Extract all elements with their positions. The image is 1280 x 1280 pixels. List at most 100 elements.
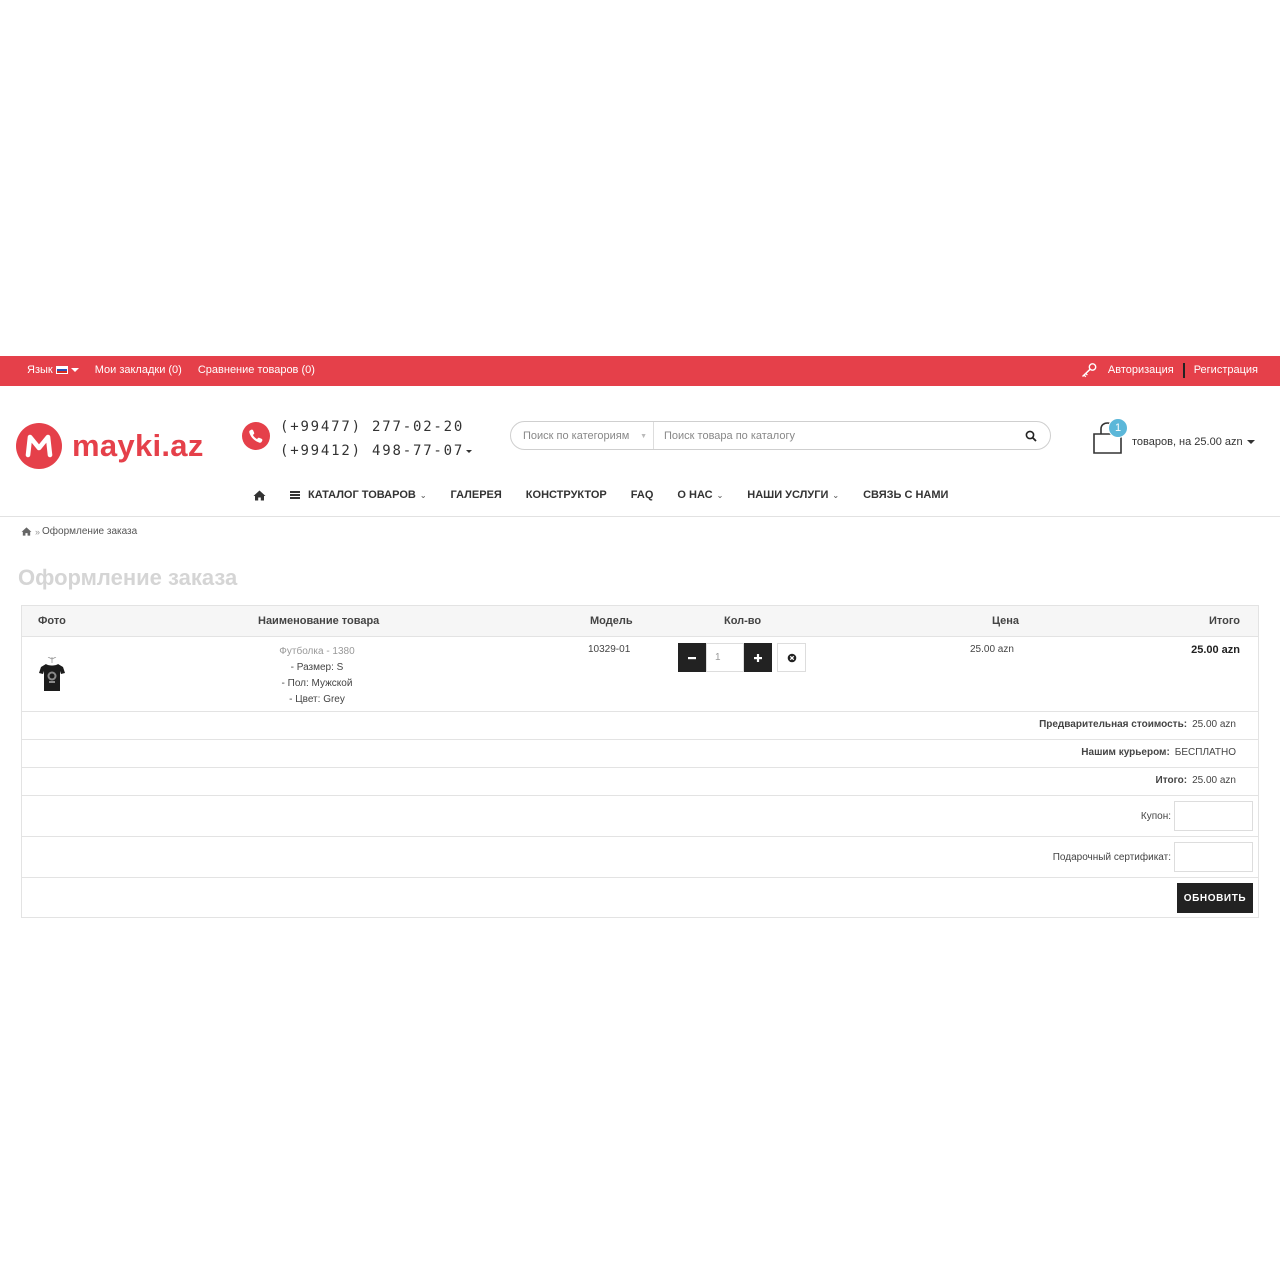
update-row: ОБНОВИТЬ: [22, 878, 1258, 918]
quantity-input[interactable]: [706, 643, 744, 672]
caret-down-icon: [1246, 440, 1255, 444]
shopping-bag-icon: 1: [1092, 418, 1128, 456]
subtotal-value: 25.00 azn: [1192, 719, 1236, 730]
register-link[interactable]: Регистрация: [1194, 364, 1258, 376]
cart-widget[interactable]: 1 товаров, на 25.00 azn: [1092, 418, 1255, 456]
nav-gallery-label: ГАЛЕРЕЯ: [450, 489, 502, 501]
breadcrumb-separator: »: [35, 526, 41, 537]
product-option-gender: - Пол: Мужской: [281, 678, 353, 689]
product-total: 25.00 azn: [1191, 644, 1240, 656]
search-input[interactable]: [654, 422, 1012, 449]
phone-row-2[interactable]: (+99412) 498-77-07: [280, 439, 473, 463]
phone-icon: [242, 422, 270, 450]
chevron-down-icon: ⌄: [716, 490, 724, 500]
chevron-down-icon: ⌄: [832, 490, 840, 500]
main-nav: КАТАЛОГ ТОВАРОВ ⌄ ГАЛЕРЕЯ КОНСТРУКТОР FA…: [253, 489, 972, 501]
table-header: Фото Наименование товара Модель Кол-во Ц…: [22, 606, 1258, 637]
category-placeholder: Поиск по категориям: [523, 429, 630, 442]
header-name: Наименование товара: [258, 615, 380, 627]
product-name-link[interactable]: Футболка - 1380: [212, 644, 422, 660]
remove-item-button[interactable]: [777, 643, 806, 672]
nav-contact[interactable]: СВЯЗЬ С НАМИ: [863, 489, 948, 501]
cart-count-badge: 1: [1108, 418, 1128, 438]
nav-constructor[interactable]: КОНСТРУКТОР: [526, 489, 607, 501]
phone-number-1[interactable]: (+99477) 277-02-20: [280, 415, 472, 439]
caret-down-icon: [70, 368, 79, 372]
total-value: 25.00 azn: [1192, 775, 1236, 786]
nav-services-label: НАШИ УСЛУГИ: [747, 489, 829, 501]
subtotal-row: Предварительная стоимость: 25.00 azn: [22, 712, 1258, 740]
nav-divider: [0, 516, 1280, 517]
cart-table: Фото Наименование товара Модель Кол-во Ц…: [21, 605, 1259, 918]
cart-summary: товаров, на 25.00 azn: [1132, 436, 1243, 448]
key-icon: [1081, 363, 1097, 378]
quantity-stepper: [678, 643, 806, 672]
coupon-label: Купон:: [1140, 810, 1171, 822]
shipping-row: Нашим курьером: БЕСПЛАТНО: [22, 740, 1258, 768]
language-label: Язык: [27, 364, 53, 376]
nav-gallery[interactable]: ГАЛЕРЕЯ: [451, 489, 502, 501]
table-row: Футболка - 1380 - Размер: S - Пол: Мужск…: [22, 637, 1258, 712]
total-label: Итого:: [1155, 775, 1188, 786]
nav-faq[interactable]: FAQ: [631, 489, 654, 501]
shipping-value: БЕСПЛАТНО: [1174, 747, 1236, 758]
product-model: 10329-01: [588, 644, 631, 655]
logo-text: mayki.az: [72, 428, 204, 463]
header-model: Модель: [590, 615, 633, 627]
nav-constructor-label: КОНСТРУКТОР: [525, 489, 607, 501]
header-price: Цена: [992, 615, 1020, 627]
divider: [1182, 362, 1185, 378]
chevron-down-icon: ⌄: [419, 490, 427, 500]
plus-icon: [754, 653, 762, 662]
total-row: Итого: 25.00 azn: [22, 768, 1258, 796]
language-selector[interactable]: Язык: [27, 364, 79, 376]
phone-numbers: (+99477) 277-02-20 (+99412) 498-77-07: [280, 415, 473, 463]
search-icon: [1025, 430, 1037, 442]
nav-faq-label: FAQ: [630, 489, 654, 501]
chevron-down-icon: ▼: [640, 433, 647, 440]
home-icon: [253, 490, 266, 500]
nav-services[interactable]: НАШИ УСЛУГИ ⌄: [747, 489, 839, 501]
page-title: Оформление заказа: [18, 565, 238, 590]
menu-icon: [290, 491, 300, 499]
search-bar: Поиск по категориям ▼: [510, 421, 1051, 450]
certificate-input[interactable]: [1174, 842, 1253, 872]
product-option-color: - Цвет: Grey: [289, 694, 345, 705]
nav-contact-label: СВЯЗЬ С НАМИ: [863, 489, 949, 501]
remove-icon: [787, 653, 796, 662]
nav-home[interactable]: [253, 490, 266, 501]
compare-link[interactable]: Сравнение товаров (0): [198, 364, 315, 376]
product-price: 25.00 azn: [970, 644, 1014, 655]
nav-catalog[interactable]: КАТАЛОГ ТОВАРОВ ⌄: [290, 489, 427, 501]
breadcrumb-current[interactable]: Оформление заказа: [42, 526, 137, 537]
header-qty: Кол-во: [724, 615, 762, 627]
decrease-quantity-button[interactable]: [678, 643, 706, 672]
nav-about[interactable]: О НАС ⌄: [677, 489, 723, 501]
update-cart-button[interactable]: ОБНОВИТЬ: [1177, 883, 1253, 913]
coupon-row: Купон:: [22, 796, 1258, 837]
certificate-label: Подарочный сертификат:: [1052, 851, 1171, 863]
breadcrumb: » Оформление заказа: [21, 526, 137, 537]
shipping-label: Нашим курьером:: [1081, 747, 1170, 758]
product-thumbnail[interactable]: [38, 657, 66, 693]
product-option-size: - Размер: S: [290, 662, 344, 673]
site-logo[interactable]: mayki.az: [16, 423, 204, 469]
minus-icon: [688, 656, 696, 659]
certificate-row: Подарочный сертификат:: [22, 837, 1258, 878]
home-icon[interactable]: [21, 527, 32, 536]
increase-quantity-button[interactable]: [744, 643, 772, 672]
header-total: Итого: [1208, 615, 1240, 627]
nav-about-label: О НАС: [677, 489, 713, 501]
product-info: Футболка - 1380 - Размер: S - Пол: Мужск…: [212, 644, 422, 708]
logo-m-icon: [16, 423, 62, 469]
coupon-input[interactable]: [1174, 801, 1253, 831]
phone-number-2: (+99412) 498-77-07: [280, 443, 465, 459]
login-link[interactable]: Авторизация: [1108, 364, 1174, 376]
search-button[interactable]: [1012, 422, 1050, 449]
header-photo: Фото: [38, 615, 66, 627]
category-select[interactable]: Поиск по категориям ▼: [511, 422, 654, 449]
top-bar: Язык Мои закладки (0) Сравнение товаров …: [0, 356, 1280, 386]
bookmarks-link[interactable]: Мои закладки (0): [95, 364, 182, 376]
russian-flag-icon: [55, 366, 68, 374]
subtotal-label: Предварительная стоимость:: [1039, 719, 1188, 730]
